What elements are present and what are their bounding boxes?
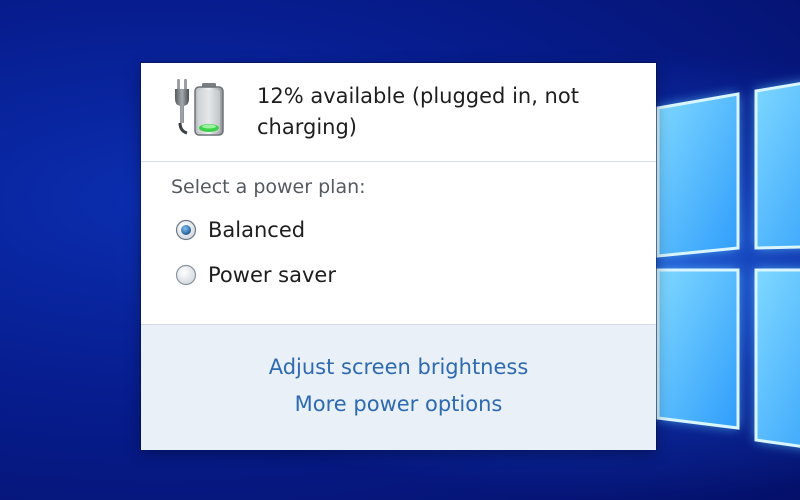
plan-label-power-saver: Power saver xyxy=(208,263,336,287)
more-power-options-link[interactable]: More power options xyxy=(141,392,656,416)
battery-flyout: 12% available (plugged in, not charging)… xyxy=(141,63,656,450)
battery-status-text: 12% available (plugged in, not charging) xyxy=(257,84,579,139)
desktop-background: 12% available (plugged in, not charging)… xyxy=(0,0,800,500)
power-links-section: Adjust screen brightness More power opti… xyxy=(141,324,656,450)
plan-option-balanced[interactable]: Balanced xyxy=(175,218,305,242)
plan-label-balanced: Balanced xyxy=(208,218,306,242)
radio-selected-icon[interactable] xyxy=(175,219,197,241)
radio-unselected-icon[interactable] xyxy=(175,264,197,286)
battery-status-section: 12% available (plugged in, not charging) xyxy=(141,63,656,162)
adjust-brightness-link[interactable]: Adjust screen brightness xyxy=(141,355,656,379)
plan-option-power-saver[interactable]: Power saver xyxy=(175,263,336,287)
windows-logo-icon xyxy=(640,60,800,460)
power-plan-heading: Select a power plan: xyxy=(171,176,366,198)
battery-plugged-icon xyxy=(175,75,241,141)
power-plan-section: Select a power plan: Balanced Power save… xyxy=(141,162,656,324)
